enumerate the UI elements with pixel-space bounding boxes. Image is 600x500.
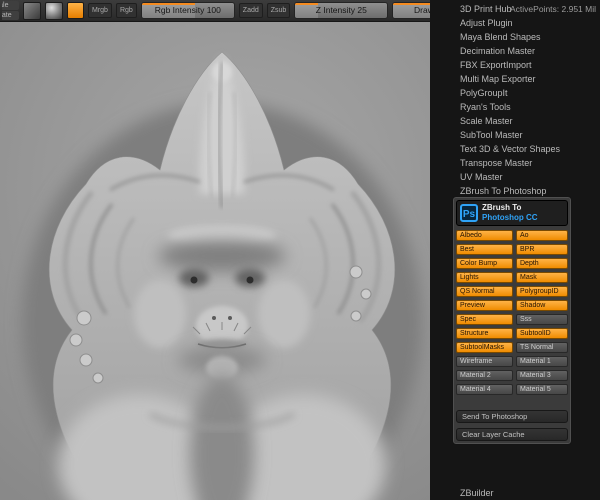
menu-item-maya-blend-shapes[interactable]: Maya Blend Shapes <box>430 30 600 44</box>
map-button-mask[interactable]: Mask <box>516 272 568 283</box>
rotate-button[interactable]: Rotate <box>2 10 19 20</box>
rgb-toggle[interactable]: Rgb <box>115 3 137 18</box>
map-button-ts-normal[interactable]: TS Normal <box>516 342 568 353</box>
logo-line2: Photoshop CC <box>482 213 538 222</box>
map-button-preview[interactable]: Preview <box>456 300 513 311</box>
send-to-photoshop-button[interactable]: Send To Photoshop <box>456 410 568 423</box>
scale-button[interactable]: Scale <box>2 0 19 10</box>
map-button-subtoolmasks[interactable]: SubtoolMasks <box>456 342 513 353</box>
menu-item-fbx-exportimport[interactable]: FBX ExportImport <box>430 58 600 72</box>
menu-item-ryans-tools[interactable]: Ryan's Tools <box>430 100 600 114</box>
map-button-spec[interactable]: Spec <box>456 314 513 325</box>
material-thumb-icon[interactable] <box>45 1 63 20</box>
map-button-bpr[interactable]: BPR <box>516 244 568 255</box>
ps-icon: Ps <box>460 204 478 222</box>
slider-label: Rgb Intensity 100 <box>154 5 221 15</box>
menu-item-adjust-plugin[interactable]: Adjust Plugin <box>430 16 600 30</box>
map-button-color-bump[interactable]: Color Bump <box>456 258 513 269</box>
menu-item-decimation-master[interactable]: Decimation Master <box>430 44 600 58</box>
menu-item-polygroupit[interactable]: PolyGroupIt <box>430 86 600 100</box>
menu-item-scale-master[interactable]: Scale Master <box>430 114 600 128</box>
mrgb-toggle[interactable]: Mrgb <box>88 3 112 18</box>
map-button-lights[interactable]: Lights <box>456 272 513 283</box>
slider-label: Z Intensity 25 <box>315 5 367 15</box>
map-button-depth[interactable]: Depth <box>516 258 568 269</box>
menu-item-uv-master[interactable]: UV Master <box>430 170 600 184</box>
menu-item-text-3d-vector-shapes[interactable]: Text 3D & Vector Shapes <box>430 142 600 156</box>
photoshop-logo[interactable]: Ps ZBrush To Photoshop CC <box>456 200 568 226</box>
zplugin-menu: 3D Print Hub Adjust Plugin Maya Blend Sh… <box>430 0 600 500</box>
texture-thumb-icon[interactable] <box>23 1 41 20</box>
map-button-albedo[interactable]: Albedo <box>456 230 513 241</box>
map-button-structure[interactable]: Structure <box>456 328 513 339</box>
map-button-sss[interactable]: Sss <box>516 314 568 325</box>
map-button-qs-normal[interactable]: QS Normal <box>456 286 513 297</box>
logo-text: ZBrush To Photoshop CC <box>482 203 538 223</box>
map-button-shadow[interactable]: Shadow <box>516 300 568 311</box>
left-shelf-clipped: Scale Rotate <box>2 0 19 21</box>
menu-item-zbuilder[interactable]: ZBuilder <box>430 486 600 500</box>
creature-sculpt <box>22 51 422 500</box>
map-button-material-5[interactable]: Material 5 <box>516 384 568 395</box>
map-button-material-2[interactable]: Material 2 <box>456 370 513 381</box>
clear-layer-cache-button[interactable]: Clear Layer Cache <box>456 428 568 441</box>
zbrush-to-photoshop-panel: Ps ZBrush To Photoshop CC Albedo Ao Best… <box>452 196 572 445</box>
map-button-material-3[interactable]: Material 3 <box>516 370 568 381</box>
zbrush-window: Scale Rotate Mrgb Rgb Rgb Intensity 100 … <box>0 0 600 500</box>
logo-line1: ZBrush To <box>482 203 522 212</box>
map-button-best[interactable]: Best <box>456 244 513 255</box>
map-button-material-4[interactable]: Material 4 <box>456 384 513 395</box>
z-intensity-slider[interactable]: Z Intensity 25 <box>294 2 389 19</box>
menu-item-multi-map-exporter[interactable]: Multi Map Exporter <box>430 72 600 86</box>
zsub-toggle[interactable]: Zsub <box>266 3 291 18</box>
map-button-material-1[interactable]: Material 1 <box>516 356 568 367</box>
color-swatch[interactable] <box>67 2 84 19</box>
map-button-subtoolid[interactable]: SubtoolID <box>516 328 568 339</box>
menu-item-transpose-master[interactable]: Transpose Master <box>430 156 600 170</box>
map-button-wireframe[interactable]: Wireframe <box>456 356 513 367</box>
map-button-polygroupid[interactable]: PolygroupID <box>516 286 568 297</box>
map-button-grid: Albedo Ao Best BPR Color Bump Depth Ligh… <box>456 230 568 395</box>
active-points-status: ActivePoints: 2.951 Mil <box>510 4 596 14</box>
map-button-ao[interactable]: Ao <box>516 230 568 241</box>
menu-item-subtool-master[interactable]: SubTool Master <box>430 128 600 142</box>
rgb-intensity-slider[interactable]: Rgb Intensity 100 <box>140 2 235 19</box>
zadd-toggle[interactable]: Zadd <box>238 3 263 18</box>
